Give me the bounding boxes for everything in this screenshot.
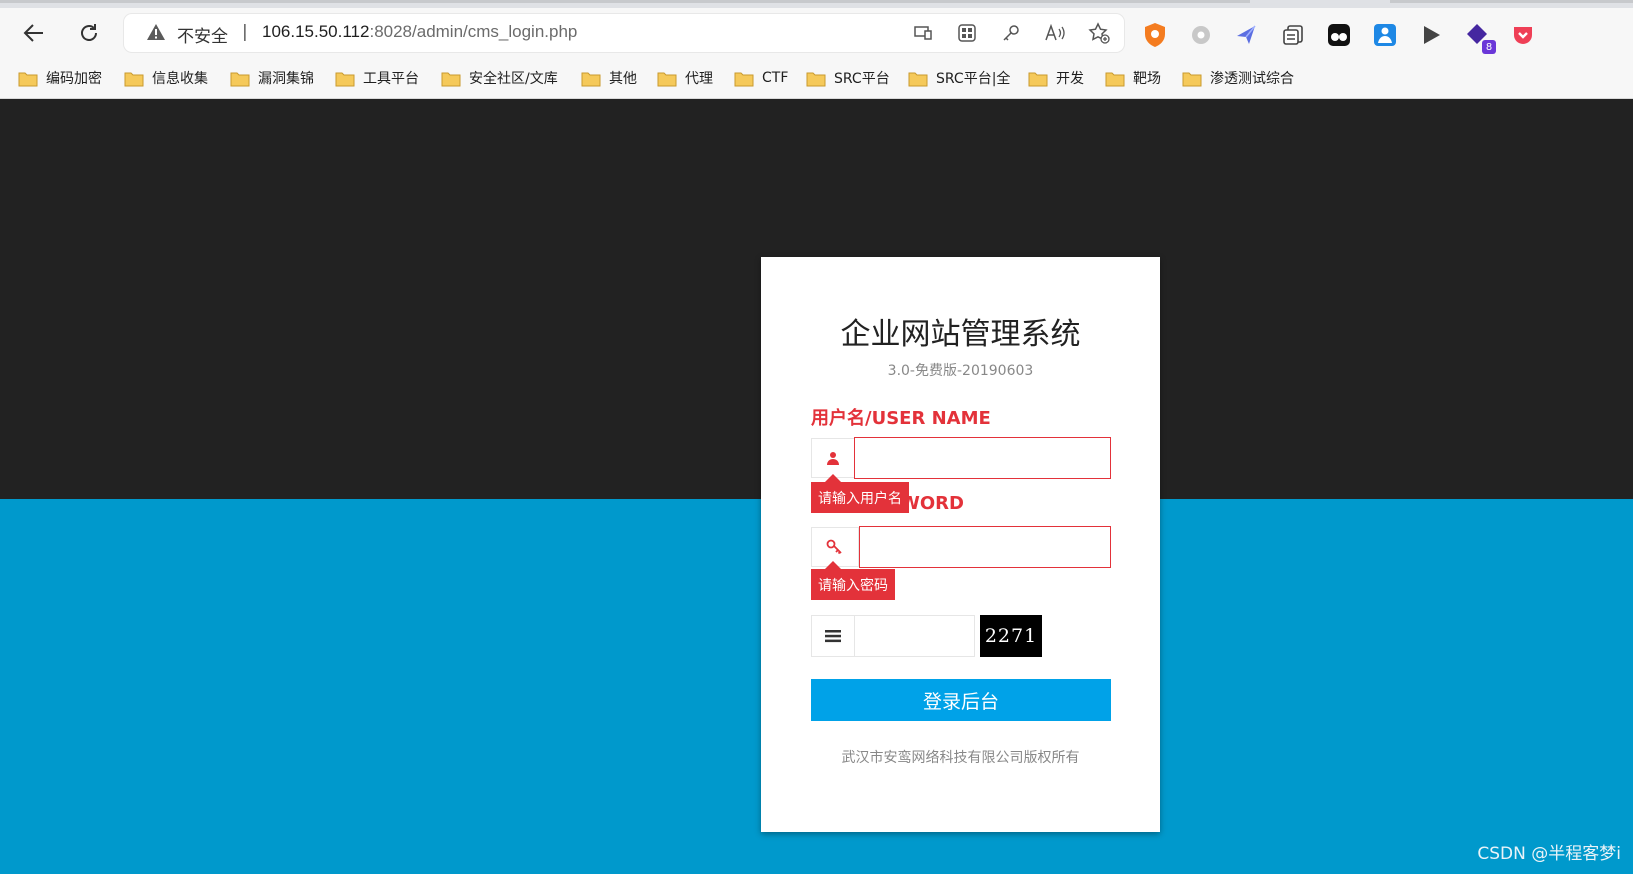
browser-toolbar: 不安全 | 106.15.50.112:8028/admin/cms_login… (0, 8, 1633, 58)
play-extension-icon[interactable] (1416, 20, 1446, 50)
menu-icon (811, 615, 855, 657)
address-bar[interactable]: 不安全 | 106.15.50.112:8028/admin/cms_login… (124, 14, 1124, 52)
folder-icon (124, 71, 144, 86)
username-label: 用户名/USER NAME (811, 408, 991, 429)
folder-icon (230, 71, 250, 86)
folder-icon (657, 71, 677, 86)
bookmark-label: 靶场 (1133, 71, 1161, 87)
username-tooltip: 请输入用户名 (811, 474, 909, 513)
extensions-area: 8 (1140, 20, 1538, 54)
folder-icon (908, 71, 928, 86)
insecure-label[interactable]: 不安全 (177, 22, 228, 47)
favorite-add-icon[interactable] (1084, 20, 1114, 46)
folder-icon (1028, 71, 1048, 86)
bird-extension-icon[interactable] (1232, 20, 1262, 50)
tab-strip (0, 0, 1633, 8)
copyright-text: 武汉市安鸾网络科技有限公司版权所有 (841, 750, 1080, 766)
bookmark-folder[interactable]: 信息收集 (124, 65, 208, 91)
pocket-extension-icon[interactable] (1508, 20, 1538, 50)
extension-badge: 8 (1482, 40, 1496, 54)
watermark-text: CSDN @半程客梦i (1477, 844, 1621, 864)
captcha-image[interactable]: 2271 (980, 615, 1042, 657)
url-path: :8028/admin/cms_login.php (369, 22, 578, 41)
bookmarks-bar: 编码加密 信息收集 漏洞集锦 工具平台 安全社区/文库 其他 代理 CTF SR… (0, 58, 1633, 99)
app-available-icon[interactable] (908, 20, 938, 46)
bookmark-folder[interactable]: 代理 (657, 65, 713, 91)
bookmark-label: SRC平台 (834, 71, 890, 87)
apps-grid-icon[interactable] (952, 20, 982, 46)
bookmark-label: 漏洞集锦 (258, 71, 314, 87)
gear-extension-icon[interactable] (1186, 20, 1216, 50)
bookmark-folder[interactable]: CTF (734, 65, 788, 91)
shield-extension-icon[interactable] (1140, 20, 1170, 50)
login-button[interactable]: 登录后台 (811, 679, 1111, 721)
folder-icon (441, 71, 461, 86)
bookmark-folder[interactable]: 漏洞集锦 (230, 65, 314, 91)
password-input[interactable] (859, 526, 1111, 568)
back-icon[interactable] (17, 18, 51, 48)
bookmark-label: 开发 (1056, 71, 1084, 87)
bookmark-label: SRC平台|全 (936, 71, 1011, 87)
folder-icon (806, 71, 826, 86)
username-input[interactable] (854, 437, 1111, 479)
bookmark-folder[interactable]: 渗透测试综合 (1182, 65, 1294, 91)
key-icon[interactable] (996, 20, 1026, 46)
bookmark-label: 代理 (685, 71, 713, 87)
collections-icon[interactable] (1278, 20, 1308, 50)
tab-strip-line (1390, 0, 1633, 3)
captcha-input[interactable] (855, 615, 975, 657)
diamond-extension-icon[interactable]: 8 (1462, 20, 1496, 54)
bookmark-folder[interactable]: 开发 (1028, 65, 1084, 91)
folder-icon (335, 71, 355, 86)
tampermonkey-icon[interactable] (1324, 20, 1354, 50)
bookmark-label: 工具平台 (363, 71, 419, 87)
bookmark-folder[interactable]: 安全社区/文库 (441, 65, 558, 91)
bookmark-label: CTF (762, 70, 789, 86)
bookmark-folder[interactable]: SRC平台 (806, 65, 890, 91)
bookmark-folder[interactable]: SRC平台|全 (908, 65, 1010, 91)
page-title: 企业网站管理系统 (840, 317, 1081, 352)
url-text[interactable]: 106.15.50.112:8028/admin/cms_login.php (262, 22, 577, 42)
url-host: 106.15.50.112 (262, 22, 370, 41)
folder-icon (581, 71, 601, 86)
bookmark-label: 信息收集 (152, 71, 208, 87)
bookmark-label: 其他 (609, 71, 637, 87)
user-icon (811, 438, 855, 478)
password-label: WORD (900, 493, 964, 514)
omnibox-separator: | (242, 22, 248, 42)
version-text: 3.0-免费版-20190603 (887, 363, 1034, 379)
folder-icon (18, 71, 38, 86)
folder-icon (734, 71, 754, 86)
password-tooltip: 请输入密码 (811, 561, 895, 600)
read-aloud-icon[interactable] (1040, 20, 1070, 46)
login-card: 企业网站管理系统 3.0-免费版-20190603 用户名/USER NAME … (761, 257, 1160, 832)
reload-icon[interactable] (72, 18, 106, 48)
bookmark-folder[interactable]: 靶场 (1105, 65, 1161, 91)
folder-icon (1105, 71, 1125, 86)
bookmark-label: 安全社区/文库 (469, 71, 558, 87)
person-extension-icon[interactable] (1370, 20, 1400, 50)
tab-strip-line (0, 0, 1250, 3)
bookmark-folder[interactable]: 其他 (581, 65, 637, 91)
bookmark-label: 编码加密 (46, 71, 102, 87)
warning-icon[interactable] (146, 23, 166, 45)
bookmark-folder[interactable]: 编码加密 (18, 65, 102, 91)
folder-icon (1182, 71, 1202, 86)
bookmark-folder[interactable]: 工具平台 (335, 65, 419, 91)
omnibox-actions (908, 20, 1114, 46)
bookmark-label: 渗透测试综合 (1210, 71, 1294, 87)
